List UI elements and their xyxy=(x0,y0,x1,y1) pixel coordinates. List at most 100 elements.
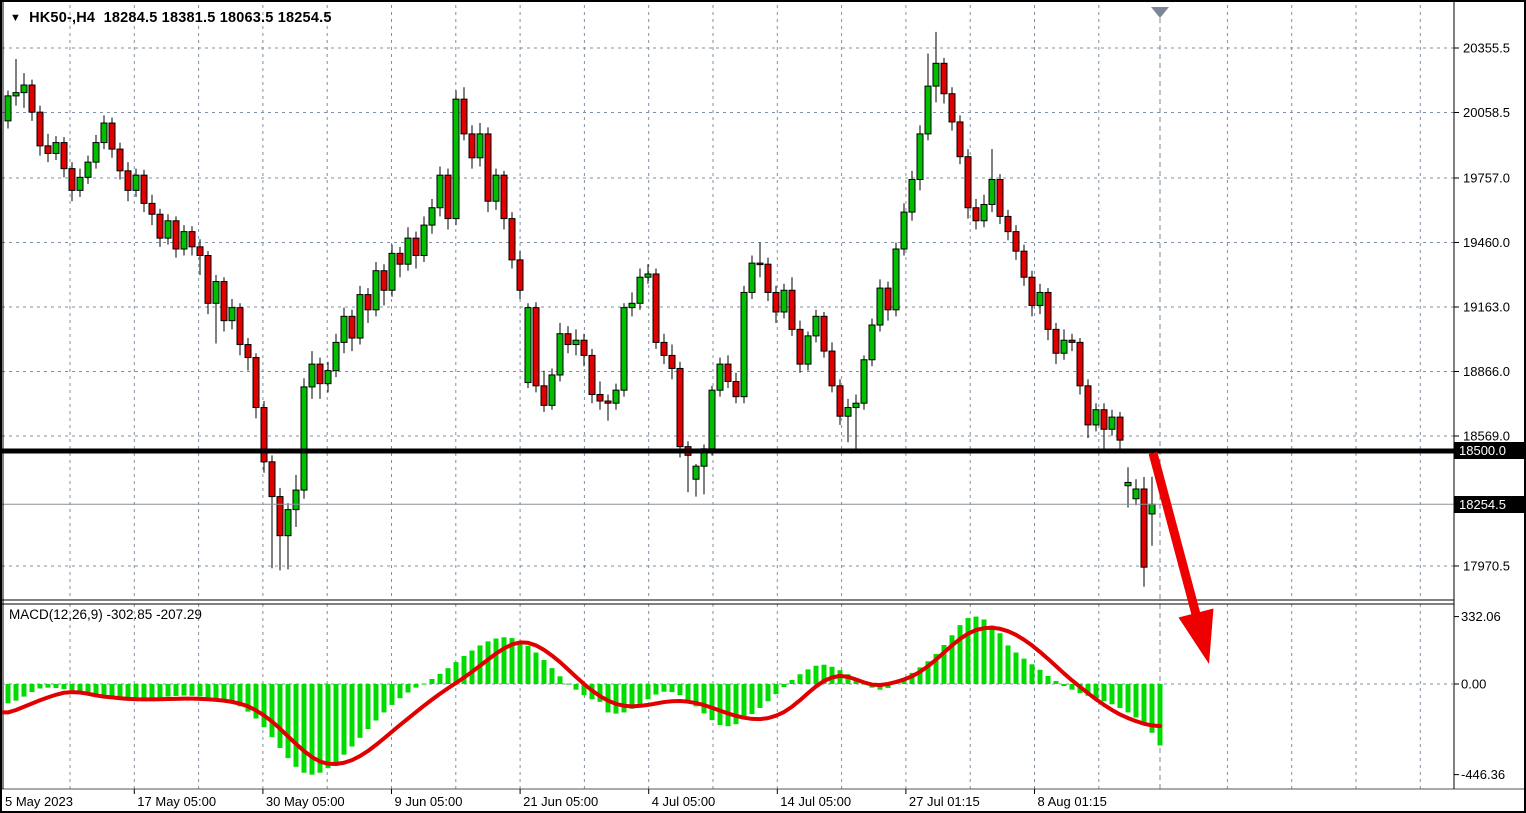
candle-body xyxy=(37,112,43,146)
macd-histogram-bar xyxy=(270,684,275,737)
candle-body xyxy=(437,175,443,208)
candle-body xyxy=(189,232,195,247)
candle-body xyxy=(13,93,19,96)
candle-body xyxy=(621,308,627,391)
candle-body xyxy=(789,290,795,329)
time-axis-label: 9 Jun 05:00 xyxy=(395,794,463,809)
candle-body xyxy=(909,180,915,213)
plot-area[interactable]: 20355.520058.519757.019460.019163.018866… xyxy=(2,2,1524,811)
candle-body xyxy=(333,342,339,370)
candle-body xyxy=(773,292,779,312)
candle-body xyxy=(573,340,579,344)
candle-body xyxy=(749,263,755,292)
candle-body xyxy=(269,462,275,497)
candle-body xyxy=(229,308,235,321)
candle-body xyxy=(565,334,571,345)
candle-body xyxy=(1141,489,1147,567)
candle-body xyxy=(61,143,67,169)
candle-body xyxy=(925,86,931,134)
price-axis-label: 18866.0 xyxy=(1463,364,1510,379)
candle-body xyxy=(781,290,787,312)
candle-body xyxy=(661,342,667,355)
candle-body xyxy=(245,345,251,358)
candle-body xyxy=(645,274,651,277)
candle-body xyxy=(717,364,723,390)
candle-body xyxy=(485,134,491,201)
candle-body xyxy=(509,219,515,260)
time-axis-label: 17 May 05:00 xyxy=(137,794,216,809)
candle-body xyxy=(941,63,947,93)
candle-body xyxy=(109,123,115,149)
candle-body xyxy=(477,134,483,158)
candle-body xyxy=(901,212,907,249)
symbol-dropdown-icon[interactable]: ▼ xyxy=(10,12,21,24)
candle-body xyxy=(101,123,107,143)
macd-axis-label: -446.36 xyxy=(1461,767,1505,782)
macd-histogram-bar xyxy=(262,684,267,727)
macd-histogram-bar xyxy=(70,684,75,690)
symbol-period-label: HK50-,H4 xyxy=(29,10,95,26)
macd-histogram-bar xyxy=(278,684,283,748)
macd-histogram-bar xyxy=(766,684,771,701)
candle-body xyxy=(205,256,211,304)
candle-body xyxy=(141,175,147,203)
macd-histogram-bar xyxy=(14,684,19,701)
candle-body xyxy=(1013,232,1019,252)
macd-histogram-bar xyxy=(182,684,187,696)
candle-body xyxy=(933,63,939,86)
candle-body xyxy=(429,208,435,225)
candle-body xyxy=(253,358,259,408)
candle-body xyxy=(693,466,699,479)
macd-histogram-bar xyxy=(1118,684,1123,708)
macd-histogram-bar xyxy=(374,684,379,721)
candle-body xyxy=(885,288,891,310)
macd-histogram-bar xyxy=(574,684,579,690)
candle-body xyxy=(877,288,883,325)
candle-body xyxy=(341,316,347,342)
candle-body xyxy=(1109,417,1115,429)
macd-histogram-bar xyxy=(534,653,539,684)
macd-histogram-bar xyxy=(750,684,755,714)
macd-histogram-bar xyxy=(294,684,299,767)
macd-histogram-bar xyxy=(1038,670,1043,684)
candle-body xyxy=(1053,329,1059,353)
candle-body xyxy=(837,386,843,416)
chart-shift-marker-icon[interactable] xyxy=(1151,7,1169,18)
macd-histogram-bar xyxy=(422,684,427,685)
candle-body xyxy=(5,96,11,121)
candle-body xyxy=(581,340,587,355)
macd-histogram-bar xyxy=(758,684,763,708)
annotation-arrow-head[interactable] xyxy=(1179,609,1214,665)
candle-body xyxy=(237,308,243,345)
candle-body xyxy=(261,408,267,462)
candle-body xyxy=(1029,277,1035,305)
macd-histogram-bar xyxy=(326,684,331,768)
candle-body xyxy=(845,408,851,417)
macd-histogram-bar xyxy=(470,651,475,684)
macd-histogram-bar xyxy=(22,684,27,697)
candle-body xyxy=(405,238,411,264)
macd-histogram-bar xyxy=(638,684,643,704)
macd-indicator-label: MACD(12,26,9) -302.85 -207.29 xyxy=(9,607,202,622)
candle-body xyxy=(77,177,83,190)
candle-body xyxy=(981,204,987,220)
macd-histogram-bar xyxy=(62,684,67,689)
candle-body xyxy=(533,308,539,386)
candle-body xyxy=(1021,251,1027,277)
macd-histogram-bar xyxy=(774,684,779,694)
candle-body xyxy=(861,360,867,403)
candle-body xyxy=(893,249,899,310)
macd-axis-label: 0.00 xyxy=(1461,677,1486,692)
candle-body xyxy=(757,263,763,265)
macd-histogram-bar xyxy=(1110,684,1115,704)
candle-body xyxy=(1101,410,1107,430)
candle-body xyxy=(309,364,315,387)
macd-histogram-bar xyxy=(1022,659,1027,684)
macd-histogram-bar xyxy=(670,684,675,692)
candle-body xyxy=(1077,342,1083,385)
candle-body xyxy=(949,94,955,122)
candle-body xyxy=(669,355,675,368)
candle-body xyxy=(173,221,179,249)
candle-body xyxy=(501,175,507,218)
candle-body xyxy=(733,381,739,396)
